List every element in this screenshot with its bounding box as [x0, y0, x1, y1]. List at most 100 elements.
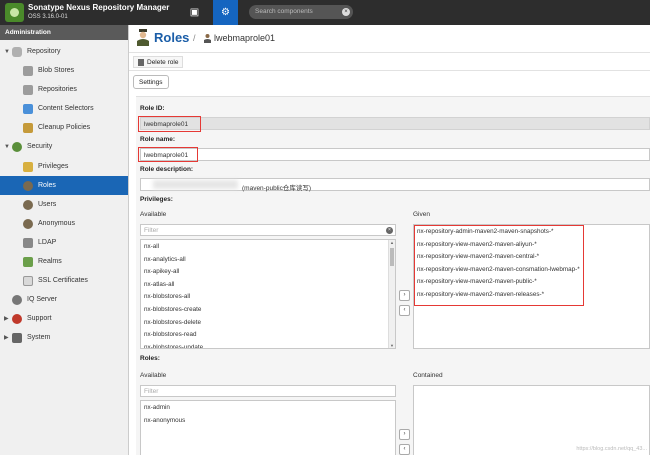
list-item[interactable]: nx-analytics-all	[141, 253, 395, 266]
browse-cube-icon[interactable]: ▣	[182, 0, 207, 25]
scroll-up-icon[interactable]: ▲	[390, 240, 394, 245]
delete-role-label: Delete role	[147, 58, 179, 66]
list-scrollbar[interactable]: ▲ ▼	[388, 240, 395, 348]
list-item[interactable]: nx-atlas-all	[141, 278, 395, 291]
blob-store-icon	[23, 65, 33, 76]
privileges-filter-input[interactable]: Filter ×	[140, 224, 396, 236]
nexus-logo-icon	[5, 3, 24, 22]
support-icon	[12, 313, 22, 324]
role-name-input[interactable]: lwebmaprole01	[140, 148, 650, 161]
list-item[interactable]: nx-repository-view-maven2-maven-central-…	[414, 250, 649, 263]
iq-server-icon	[12, 294, 22, 305]
contained-roles-list[interactable]	[413, 385, 650, 455]
role-name-label: Role name:	[140, 136, 176, 143]
top-header: Sonatype Nexus Repository Manager OSS 3.…	[0, 0, 650, 25]
list-item[interactable]: nx-repository-admin-maven2-maven-snapsho…	[414, 225, 649, 238]
sidebar-item-cleanup-policies[interactable]: Cleanup Policies	[0, 118, 128, 137]
add-privilege-button[interactable]: ›	[399, 290, 410, 301]
sidebar-item-label: Roles	[38, 182, 56, 189]
list-item[interactable]: nx-blobstores-update	[141, 341, 395, 348]
list-item[interactable]: nx-blobstores-all	[141, 290, 395, 303]
redacted-text	[153, 180, 238, 189]
sidebar-item-content-selectors[interactable]: Content Selectors	[0, 99, 128, 118]
sidebar-item-repositories[interactable]: Repositories	[0, 80, 128, 99]
sidebar-item-blob-stores[interactable]: Blob Stores	[0, 61, 128, 80]
list-item[interactable]: nx-blobstores-delete	[141, 316, 395, 329]
caret-down-icon[interactable]: ▼	[4, 144, 12, 150]
caret-right-icon[interactable]: ▶	[4, 334, 12, 341]
list-item[interactable]: nx-repository-view-maven2-maven-aliyun-*	[414, 238, 649, 251]
search-input[interactable]: Search components ×	[249, 5, 353, 19]
key-icon	[23, 161, 33, 172]
delete-role-button[interactable]: Delete role	[133, 56, 184, 68]
security-badge-icon	[12, 141, 22, 152]
list-item[interactable]: nx-apikey-all	[141, 265, 395, 278]
sidebar-item-label: Cleanup Policies	[38, 124, 91, 131]
sidebar-item-label: Content Selectors	[38, 105, 94, 112]
sidebar-item-realms[interactable]: Realms	[0, 252, 128, 271]
sidebar-item-users[interactable]: Users	[0, 195, 128, 214]
list-item[interactable]: nx-anonymous	[141, 414, 395, 427]
add-role-button[interactable]: ›	[399, 429, 410, 440]
remove-role-button[interactable]: ‹	[399, 444, 410, 455]
sidebar-item-label: Privileges	[38, 163, 69, 170]
anonymous-icon	[23, 218, 33, 229]
sidebar-item-system[interactable]: ▶ System	[0, 328, 128, 347]
list-item[interactable]: nx-repository-view-maven2-maven-public-*	[414, 275, 649, 288]
page-toolbar: Delete role	[129, 52, 650, 71]
given-privileges-label: Given	[413, 211, 430, 218]
role-id-label: Role ID:	[140, 105, 165, 112]
sidebar-item-label: Repository	[27, 48, 61, 55]
scrollbar-thumb[interactable]	[390, 248, 394, 266]
clear-search-icon[interactable]: ×	[342, 8, 350, 16]
list-item[interactable]: nx-repository-view-maven2-maven-consmati…	[414, 263, 649, 276]
given-privileges-list[interactable]: nx-repository-admin-maven2-maven-snapsho…	[413, 224, 650, 349]
role-description-label: Role description:	[140, 166, 194, 173]
search-placeholder: Search components	[255, 8, 313, 15]
realms-icon	[23, 256, 33, 267]
sidebar-item-roles[interactable]: Roles	[0, 176, 128, 195]
sidebar-item-iq-server[interactable]: IQ Server	[0, 290, 128, 309]
cleanup-brush-icon	[23, 122, 33, 133]
available-roles-label: Available	[140, 372, 167, 379]
sidebar-item-support[interactable]: ▶ Support	[0, 309, 128, 328]
remove-privilege-button[interactable]: ‹	[399, 305, 410, 316]
role-badge-icon	[137, 29, 149, 46]
clear-filter-icon[interactable]: ×	[386, 227, 393, 234]
sidebar-item-ssl-certificates[interactable]: SSL Certificates	[0, 271, 128, 290]
admin-gear-icon[interactable]: ⚙	[213, 0, 238, 25]
users-icon	[23, 199, 33, 210]
available-roles-list[interactable]: nx-admin nx-anonymous	[140, 400, 396, 455]
app-version: OSS 3.16.0-01	[28, 14, 68, 20]
page-title: Roles	[154, 30, 190, 45]
roles-filter-input[interactable]: Filter	[140, 385, 396, 397]
list-item[interactable]: nx-all	[141, 240, 395, 253]
sidebar-item-label: Anonymous	[38, 220, 75, 227]
list-item[interactable]: nx-repository-view-maven2-maven-releases…	[414, 288, 649, 301]
sidebar-item-ldap[interactable]: LDAP	[0, 233, 128, 252]
caret-right-icon[interactable]: ▶	[4, 315, 12, 322]
tab-settings[interactable]: Settings	[133, 75, 169, 89]
role-settings-form: Role ID: lwebmaprole01 Role name: lwebma…	[136, 96, 650, 455]
sidebar-heading: Administration	[0, 25, 128, 40]
sidebar-item-label: SSL Certificates	[38, 277, 88, 284]
scroll-down-icon[interactable]: ▼	[390, 343, 394, 348]
system-icon	[12, 332, 22, 343]
breadcrumb-role-name[interactable]: lwebmaprole01	[214, 33, 275, 43]
sidebar-item-label: Security	[27, 143, 53, 150]
breadcrumb-role-icon	[204, 34, 211, 43]
tab-bar: Settings	[129, 71, 650, 93]
sidebar-item-anonymous[interactable]: Anonymous	[0, 214, 128, 233]
filter-placeholder: Filter	[144, 388, 159, 395]
caret-down-icon[interactable]: ▼	[4, 49, 12, 55]
sidebar-item-label: Blob Stores	[38, 67, 75, 74]
list-item[interactable]: nx-blobstores-create	[141, 303, 395, 316]
available-privileges-list[interactable]: nx-all nx-analytics-all nx-apikey-all nx…	[140, 239, 396, 349]
sidebar-item-privileges[interactable]: Privileges	[0, 157, 128, 176]
sidebar-item-repository[interactable]: ▼ Repository	[0, 42, 128, 61]
sidebar-item-security[interactable]: ▼ Security	[0, 137, 128, 156]
list-item[interactable]: nx-admin	[141, 401, 395, 414]
sidebar-item-label: Users	[38, 201, 57, 208]
certificate-icon	[23, 275, 33, 286]
list-item[interactable]: nx-blobstores-read	[141, 328, 395, 341]
